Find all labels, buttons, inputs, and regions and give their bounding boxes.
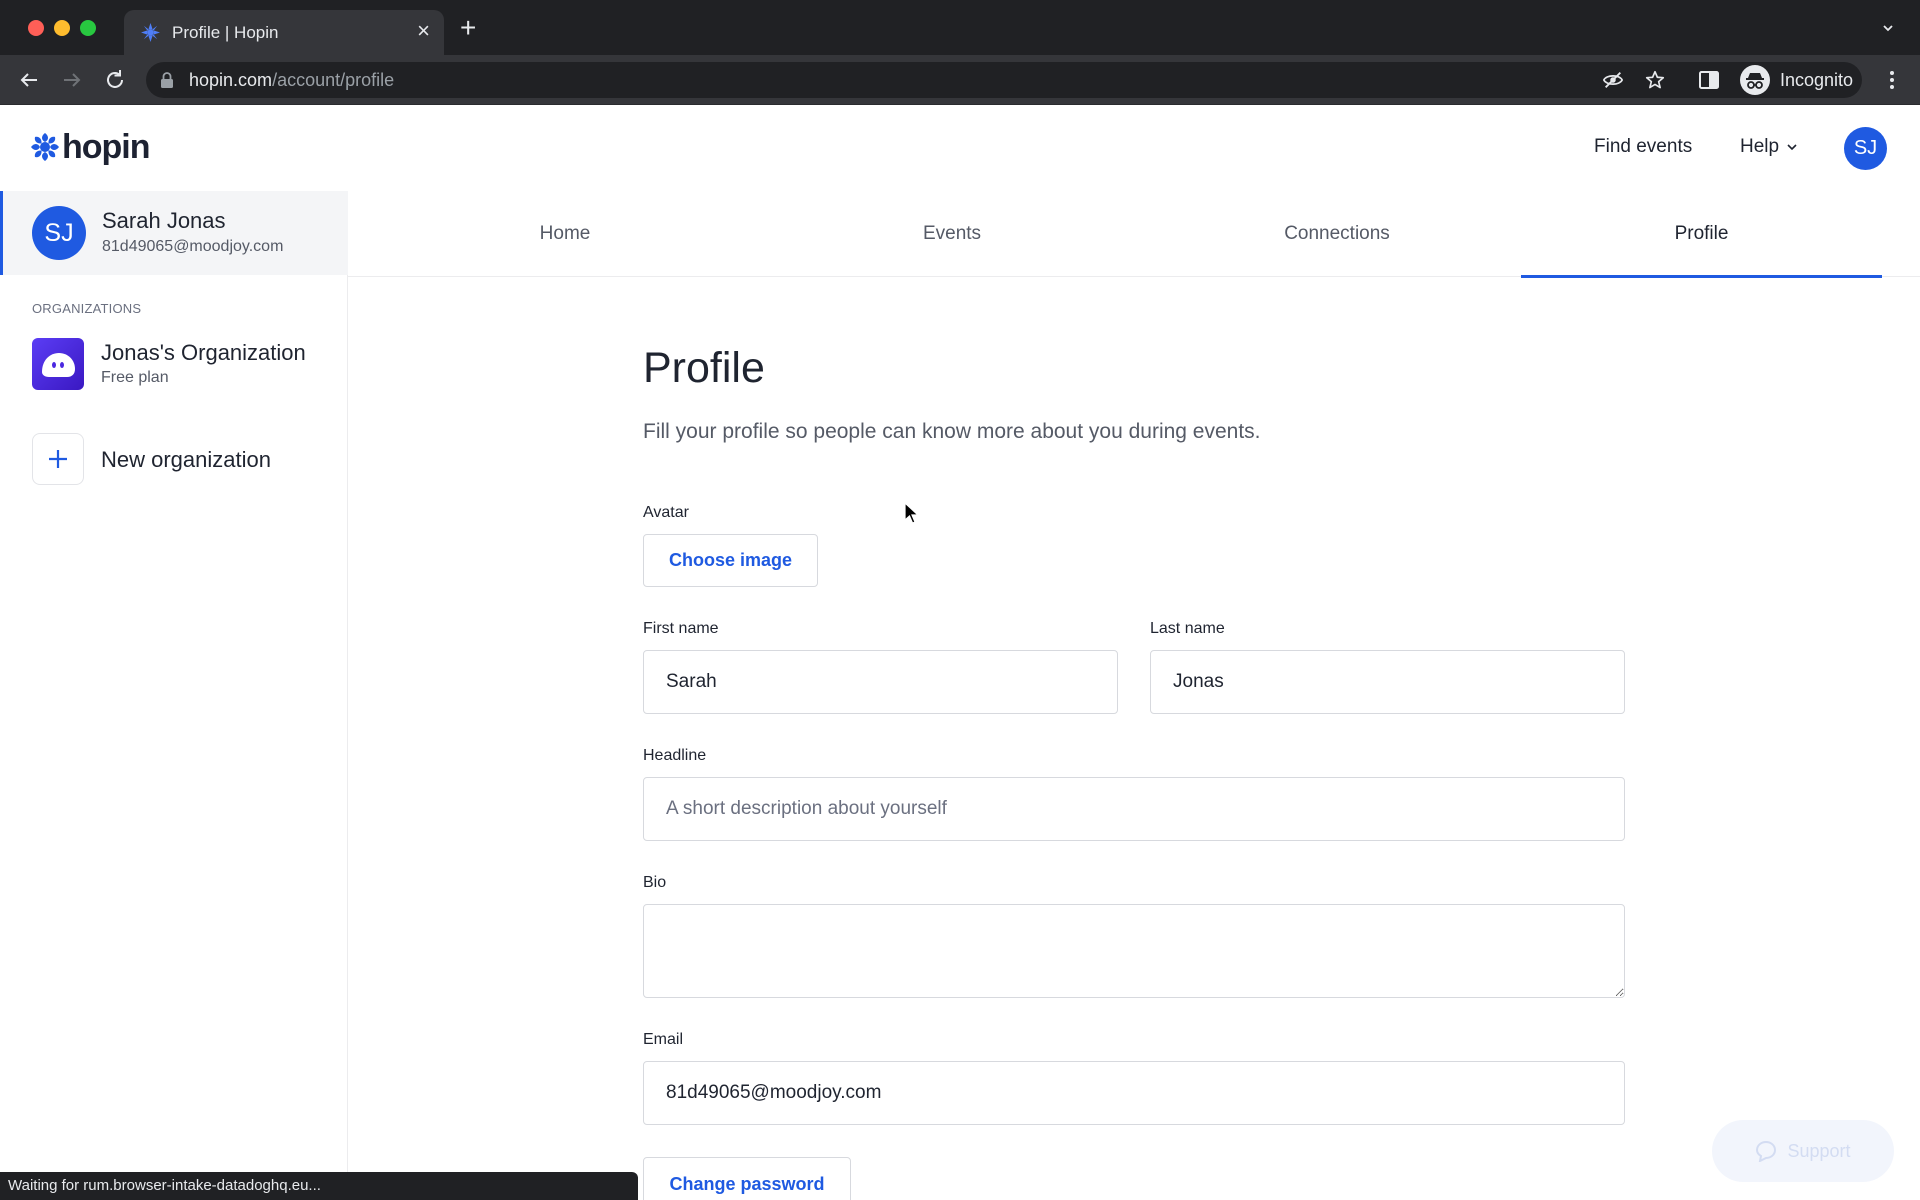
last-name-field[interactable]	[1150, 650, 1625, 714]
browser-tab-title: Profile | Hopin	[172, 23, 279, 42]
lock-icon	[161, 72, 173, 88]
chevron-down-icon	[1787, 144, 1797, 151]
hopin-favicon-icon	[141, 23, 160, 42]
incognito-profile-button[interactable]: Incognito	[1740, 64, 1864, 96]
email-label: Email	[643, 1031, 684, 1048]
last-name-label: Last name	[1150, 620, 1225, 637]
close-icon[interactable]: ×	[417, 20, 430, 42]
new-organization-button[interactable]: New organization	[0, 431, 347, 487]
app-header: hopin Find events Help SJ	[0, 105, 1920, 191]
sidebar-user-email: 81d49065@moodjoy.com	[102, 238, 284, 255]
sidebar: SJ Sarah Jonas 81d49065@moodjoy.com ORGA…	[0, 191, 348, 1200]
organization-ghost-icon	[32, 338, 84, 390]
avatar-label: Avatar	[643, 504, 689, 521]
tab-profile[interactable]: Profile	[1521, 191, 1882, 278]
sidebar-user-name: Sarah Jonas	[102, 208, 226, 233]
tab-connections[interactable]: Connections	[1122, 191, 1552, 277]
reload-icon[interactable]	[103, 68, 127, 92]
incognito-icon	[1740, 65, 1770, 95]
find-events-link[interactable]: Find events	[1594, 136, 1692, 158]
headline-input[interactable]	[643, 777, 1625, 841]
browser-tab-bar: Profile | Hopin × +	[0, 0, 1920, 55]
change-password-button[interactable]: Change password	[643, 1157, 851, 1200]
plus-icon	[32, 433, 84, 485]
back-arrow-icon[interactable]	[17, 68, 41, 92]
tab-events[interactable]: Events	[782, 191, 1122, 277]
hopin-logo-text: hopin	[62, 127, 151, 166]
help-menu[interactable]: Help	[1740, 136, 1798, 158]
choose-image-button[interactable]: Choose image	[643, 534, 818, 587]
organization-name: Jonas's Organization	[101, 340, 306, 365]
sidebar-user-account[interactable]: SJ Sarah Jonas 81d49065@moodjoy.com	[0, 191, 348, 275]
chat-bubble-icon	[1756, 1140, 1777, 1162]
window-maximize-button[interactable]	[80, 20, 96, 36]
address-bar[interactable]: hopin.com/account/profile	[146, 62, 1862, 98]
sidebar-item-organization[interactable]: Jonas's Organization Free plan	[0, 331, 347, 397]
bio-label: Bio	[643, 874, 667, 891]
page-subtitle: Fill your profile so people can know mor…	[643, 420, 1261, 443]
email-field[interactable]	[643, 1061, 1625, 1125]
browser-tab-active[interactable]: Profile | Hopin ×	[124, 10, 444, 55]
avatar: SJ	[32, 206, 86, 260]
hopin-logo-icon	[31, 133, 59, 161]
incognito-label: Incognito	[1780, 70, 1854, 90]
tab-home[interactable]: Home	[348, 191, 782, 277]
window-close-button[interactable]	[28, 20, 44, 36]
user-avatar-button[interactable]: SJ	[1844, 127, 1887, 170]
eye-slash-icon[interactable]	[1602, 69, 1624, 91]
page-title: Profile	[643, 344, 765, 392]
account-tabs: Home Events Connections Profile	[348, 191, 1920, 278]
window-minimize-button[interactable]	[54, 20, 70, 36]
tab-search-chevron-icon[interactable]	[1882, 22, 1894, 34]
first-name-field[interactable]	[643, 650, 1118, 714]
first-name-label: First name	[643, 620, 719, 637]
forward-arrow-icon[interactable]	[60, 68, 84, 92]
organization-plan: Free plan	[101, 369, 169, 386]
help-label: Help	[1740, 136, 1780, 157]
more-options-icon[interactable]	[1880, 68, 1904, 92]
headline-label: Headline	[643, 747, 707, 764]
side-panel-icon[interactable]	[1697, 68, 1721, 92]
support-label: Support	[1787, 1140, 1851, 1161]
mouse-cursor-icon	[904, 502, 920, 524]
url-text: hopin.com/account/profile	[189, 70, 395, 90]
browser-status-bar: Waiting for rum.browser-intake-datadoghq…	[0, 1172, 638, 1200]
profile-form: Profile Fill your profile so people can …	[348, 277, 1920, 1200]
organizations-heading: ORGANIZATIONS	[32, 301, 142, 316]
new-organization-label: New organization	[101, 447, 271, 472]
browser-toolbar: hopin.com/account/profile Incognito	[0, 55, 1920, 105]
bookmark-star-icon[interactable]	[1644, 69, 1666, 91]
bio-textarea[interactable]	[643, 904, 1625, 998]
support-chat-button[interactable]: Support	[1712, 1120, 1894, 1182]
hopin-logo[interactable]: hopin	[30, 127, 151, 167]
new-tab-plus-icon[interactable]: +	[460, 14, 476, 42]
